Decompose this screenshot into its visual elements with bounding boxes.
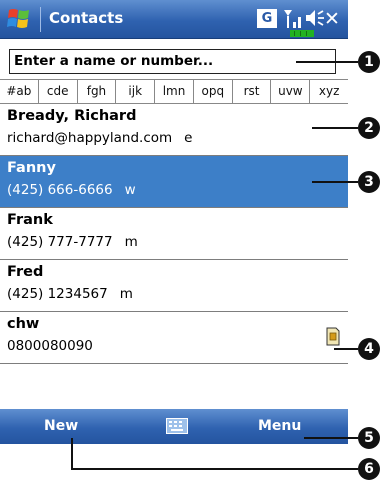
tab-opq[interactable]: opq [194, 80, 233, 103]
contact-detail-value: (425) 777-7777 [7, 234, 113, 250]
alphabet-tabs: #ab cde fgh ijk lmn opq rst uvw xyz [0, 79, 348, 104]
menu-bar: New Menu [0, 409, 348, 444]
tab-rst[interactable]: rst [233, 80, 272, 103]
contact-list: Bready, Richard richard@happyland.com e F… [0, 104, 348, 409]
close-button[interactable]: ✕ [320, 7, 344, 31]
contact-row[interactable]: Frank (425) 777-7777 m [0, 208, 348, 260]
app-title: Contacts [49, 9, 124, 27]
contact-detail-value: (425) 1234567 [7, 286, 108, 302]
contact-row-selected[interactable]: Fanny (425) 666-6666 w [0, 156, 348, 208]
contact-detail-type: w [124, 182, 136, 198]
contact-detail: (425) 666-6666 w [7, 182, 348, 198]
signal-strength-icon[interactable] [282, 7, 306, 31]
contact-detail-value: 0800080090 [7, 338, 93, 354]
callout-1: 1 [358, 51, 380, 73]
contact-row[interactable]: Bready, Richard richard@happyland.com e [0, 104, 348, 156]
contact-row[interactable]: Fred (425) 1234567 m [0, 260, 348, 312]
contact-detail: (425) 777-7777 m [7, 234, 348, 250]
contact-name: Frank [7, 212, 53, 228]
contact-detail: richard@happyland.com e [7, 130, 348, 146]
tab-lmn[interactable]: lmn [155, 80, 194, 103]
battery-icon [290, 30, 314, 37]
tab-ab[interactable]: #ab [0, 80, 39, 103]
contact-name: Fanny [7, 160, 56, 176]
contact-name: Fred [7, 264, 44, 280]
tab-xyz[interactable]: xyz [310, 80, 348, 103]
tab-fgh[interactable]: fgh [78, 80, 117, 103]
contact-detail-type: m [119, 286, 133, 302]
new-button[interactable]: New [44, 418, 78, 434]
sim-card-icon [326, 327, 340, 346]
contact-detail: (425) 1234567 m [7, 286, 348, 302]
title-separator [40, 7, 41, 32]
callout-2: 2 [358, 117, 380, 139]
contact-name: chw [7, 316, 40, 332]
contact-row[interactable]: chw 0800080090 [0, 312, 348, 364]
search-input[interactable]: Enter a name or number... [9, 49, 336, 74]
pocket-pc-screen: Contacts G ✕ Enter a name or number... #… [0, 0, 348, 490]
gprs-icon[interactable]: G [257, 9, 277, 28]
callout-6: 6 [358, 458, 380, 480]
tab-cde[interactable]: cde [39, 80, 78, 103]
callout-3: 3 [358, 171, 380, 193]
menu-button[interactable]: Menu [258, 418, 301, 434]
title-bar: Contacts G ✕ [0, 0, 348, 39]
tab-ijk[interactable]: ijk [116, 80, 156, 103]
contact-detail-type: e [184, 130, 193, 146]
windows-start-icon[interactable] [6, 6, 34, 32]
contact-detail-value: (425) 666-6666 [7, 182, 113, 198]
callout-4: 4 [358, 338, 380, 360]
contact-name: Bready, Richard [7, 108, 137, 124]
keyboard-icon[interactable] [166, 418, 188, 434]
contact-detail-value: richard@happyland.com [7, 130, 173, 146]
tab-uvw[interactable]: uvw [271, 80, 311, 103]
contact-detail-type: m [124, 234, 138, 250]
callout-5: 5 [358, 427, 380, 449]
contact-detail: 0800080090 [7, 338, 348, 354]
